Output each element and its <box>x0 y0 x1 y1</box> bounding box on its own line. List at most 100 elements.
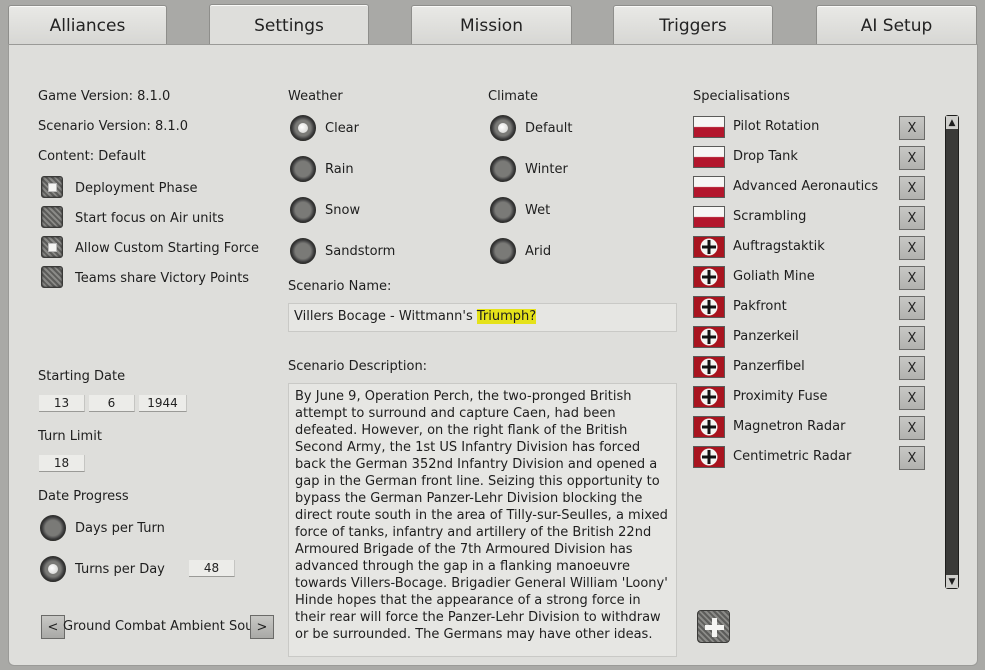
plus-icon <box>705 618 724 637</box>
german-cross-flag-icon <box>693 356 725 378</box>
game-version: Game Version: 8.1.0 <box>38 89 171 104</box>
climate-arid-label: Arid <box>525 244 552 259</box>
remove-specialisation-button[interactable]: X <box>899 326 925 350</box>
weather-label: Weather <box>288 89 343 104</box>
add-specialisation-button[interactable] <box>697 610 730 643</box>
remove-specialisation-button[interactable]: X <box>899 416 925 440</box>
specialisation-name: Auftragstaktik <box>733 239 825 254</box>
air-focus-checkbox[interactable] <box>41 206 63 228</box>
radio-selected-icon <box>298 123 308 133</box>
share-vp-label: Teams share Victory Points <box>75 271 250 286</box>
specialisation-name: Goliath Mine <box>733 269 815 284</box>
german-cross-flag-icon <box>693 326 725 348</box>
settings-panel: Game Version: 8.1.0 Scenario Version: 8.… <box>8 44 978 666</box>
german-cross-flag-icon <box>693 296 725 318</box>
poland-flag-icon <box>693 206 725 228</box>
ambient-sound-label: Ground Combat Ambient Sound <box>63 619 251 634</box>
remove-specialisation-button[interactable]: X <box>899 116 925 140</box>
specialisation-name: Drop Tank <box>733 149 798 164</box>
remove-specialisation-button[interactable]: X <box>899 176 925 200</box>
scenario-description-label: Scenario Description: <box>288 359 428 374</box>
remove-specialisation-button[interactable]: X <box>899 446 925 470</box>
poland-flag-icon <box>693 176 725 198</box>
tab-ai-setup[interactable]: AI Setup <box>816 5 977 45</box>
remove-specialisation-button[interactable]: X <box>899 266 925 290</box>
scenario-name-text: Villers Bocage - Wittmann's <box>294 309 477 324</box>
radio-selected-icon <box>498 123 508 133</box>
deployment-phase-checkbox[interactable] <box>41 176 63 198</box>
starting-date-label: Starting Date <box>38 369 126 384</box>
tab-settings[interactable]: Settings <box>209 4 369 46</box>
checkmark-icon <box>48 183 57 192</box>
climate-winter-radio[interactable] <box>490 156 516 182</box>
air-focus-label: Start focus on Air units <box>75 211 224 226</box>
weather-sandstorm-label: Sandstorm <box>325 244 396 259</box>
specialisation-name: Panzerfibel <box>733 359 805 374</box>
remove-specialisation-button[interactable]: X <box>899 146 925 170</box>
climate-wet-radio[interactable] <box>490 197 516 223</box>
german-cross-flag-icon <box>693 266 725 288</box>
custom-force-checkbox[interactable] <box>41 236 63 258</box>
start-month-field[interactable]: 6 <box>89 395 135 412</box>
german-cross-flag-icon <box>693 386 725 408</box>
specialisation-name: Proximity Fuse <box>733 389 828 404</box>
weather-snow-radio[interactable] <box>290 197 316 223</box>
climate-label: Climate <box>488 89 539 104</box>
tab-alliances[interactable]: Alliances <box>8 5 167 45</box>
weather-clear-label: Clear <box>325 121 359 136</box>
content-label: Content: Default <box>38 149 146 164</box>
scroll-down-icon[interactable]: ▼ <box>946 575 958 588</box>
poland-flag-icon <box>693 146 725 168</box>
specialisation-name: Scrambling <box>733 209 807 224</box>
specialisations-label: Specialisations <box>693 89 790 104</box>
specialisation-name: Pakfront <box>733 299 787 314</box>
turn-limit-field[interactable]: 18 <box>39 455 85 472</box>
ambient-prev-button[interactable]: < <box>41 615 65 639</box>
tab-bar: Alliances Settings Mission Triggers AI S… <box>0 0 985 46</box>
turns-per-day-label: Turns per Day <box>75 562 165 577</box>
turns-per-day-field[interactable]: 48 <box>189 560 235 577</box>
scenario-name-input[interactable]: Villers Bocage - Wittmann's Triumph? <box>288 303 677 332</box>
poland-flag-icon <box>693 116 725 138</box>
custom-force-label: Allow Custom Starting Force <box>75 241 259 256</box>
specialisation-name: Pilot Rotation <box>733 119 820 134</box>
tab-mission[interactable]: Mission <box>411 5 572 45</box>
climate-arid-radio[interactable] <box>490 238 516 264</box>
share-vp-checkbox[interactable] <box>41 266 63 288</box>
date-progress-label: Date Progress <box>38 489 129 504</box>
scenario-name-selection: Triumph? <box>476 309 537 324</box>
remove-specialisation-button[interactable]: X <box>899 296 925 320</box>
turns-per-day-radio[interactable] <box>40 556 66 582</box>
deployment-phase-label: Deployment Phase <box>75 181 198 196</box>
start-day-field[interactable]: 13 <box>39 395 85 412</box>
weather-snow-label: Snow <box>325 203 361 218</box>
scenario-name-label: Scenario Name: <box>288 279 392 294</box>
remove-specialisation-button[interactable]: X <box>899 386 925 410</box>
tab-triggers[interactable]: Triggers <box>613 5 773 45</box>
radio-selected-icon <box>48 564 58 574</box>
remove-specialisation-button[interactable]: X <box>899 236 925 260</box>
scenario-version: Scenario Version: 8.1.0 <box>38 119 189 134</box>
german-cross-flag-icon <box>693 446 725 468</box>
specialisations-scrollbar[interactable]: ▲ ▼ <box>945 115 959 589</box>
weather-rain-radio[interactable] <box>290 156 316 182</box>
ambient-next-button[interactable]: > <box>250 615 274 639</box>
specialisation-name: Panzerkeil <box>733 329 799 344</box>
remove-specialisation-button[interactable]: X <box>899 206 925 230</box>
scroll-up-icon[interactable]: ▲ <box>946 116 958 129</box>
specialisation-name: Magnetron Radar <box>733 419 846 434</box>
days-per-turn-radio[interactable] <box>40 515 66 541</box>
weather-sandstorm-radio[interactable] <box>290 238 316 264</box>
climate-default-radio[interactable] <box>490 115 516 141</box>
scenario-description-textarea[interactable]: By June 9, Operation Perch, the two-pron… <box>288 383 677 657</box>
checkmark-icon <box>48 243 57 252</box>
weather-clear-radio[interactable] <box>290 115 316 141</box>
german-cross-flag-icon <box>693 236 725 258</box>
climate-default-label: Default <box>525 121 573 136</box>
remove-specialisation-button[interactable]: X <box>899 356 925 380</box>
specialisation-name: Advanced Aeronautics <box>733 179 879 194</box>
start-year-field[interactable]: 1944 <box>139 395 187 412</box>
climate-wet-label: Wet <box>525 203 551 218</box>
days-per-turn-label: Days per Turn <box>75 521 165 536</box>
specialisation-name: Centimetric Radar <box>733 449 852 464</box>
